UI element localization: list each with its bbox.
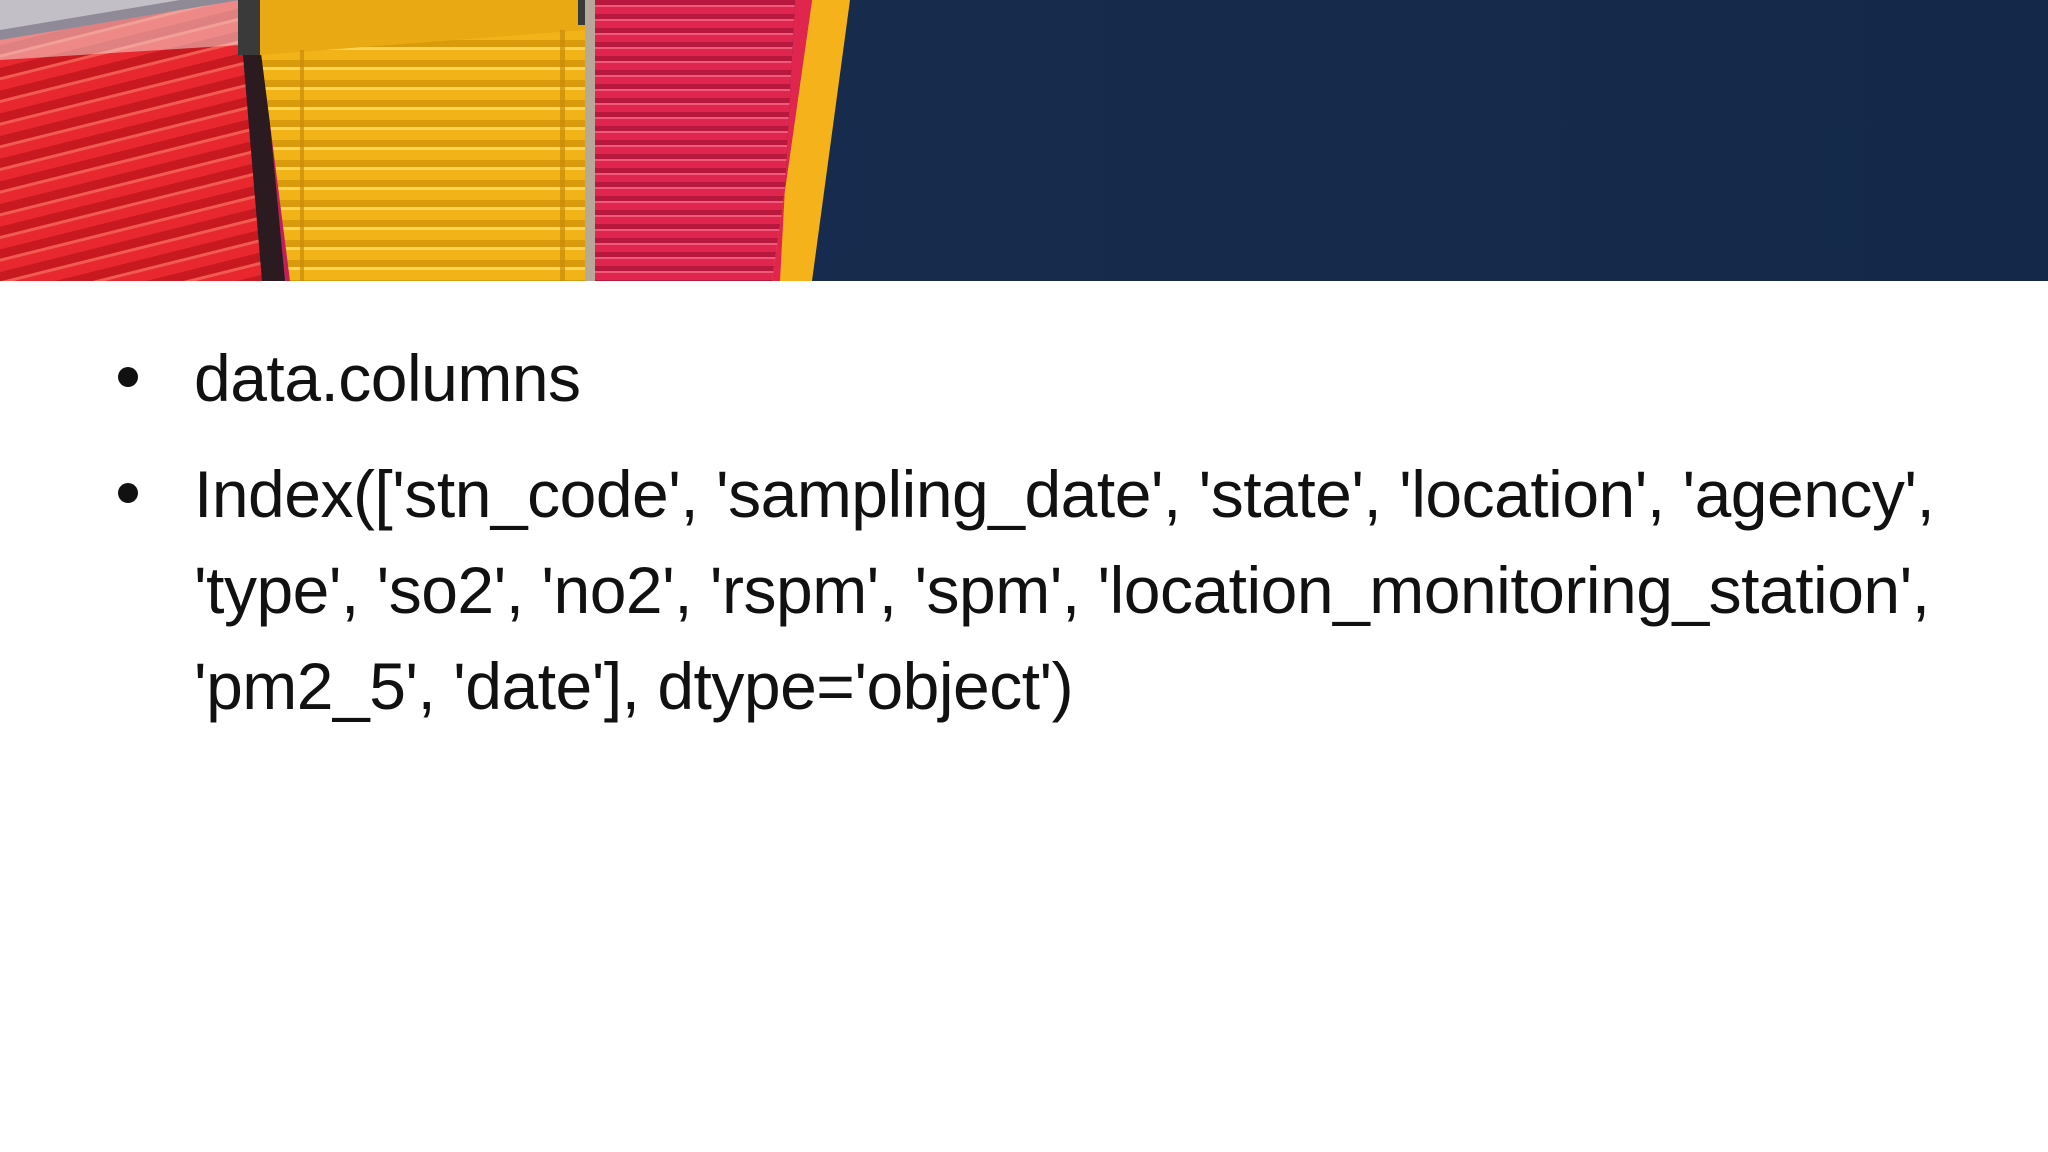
bullet-item-data-columns: data.columns [0, 330, 2048, 426]
bullet-dot-icon [118, 367, 138, 387]
slide-body: data.columns Index(['stn_code', 'samplin… [0, 330, 2048, 754]
presentation-slide: data.columns Index(['stn_code', 'samplin… [0, 0, 2048, 1152]
header-banner [0, 0, 2048, 281]
bullet-item-index-output: Index(['stn_code', 'sampling_date', 'sta… [0, 446, 2048, 734]
bullet-list: data.columns Index(['stn_code', 'samplin… [0, 330, 2048, 734]
bullet-dot-icon [118, 483, 138, 503]
bullet-text: data.columns [194, 341, 581, 415]
shipping-containers-image [0, 0, 850, 281]
bullet-text: Index(['stn_code', 'sampling_date', 'sta… [194, 457, 1953, 723]
